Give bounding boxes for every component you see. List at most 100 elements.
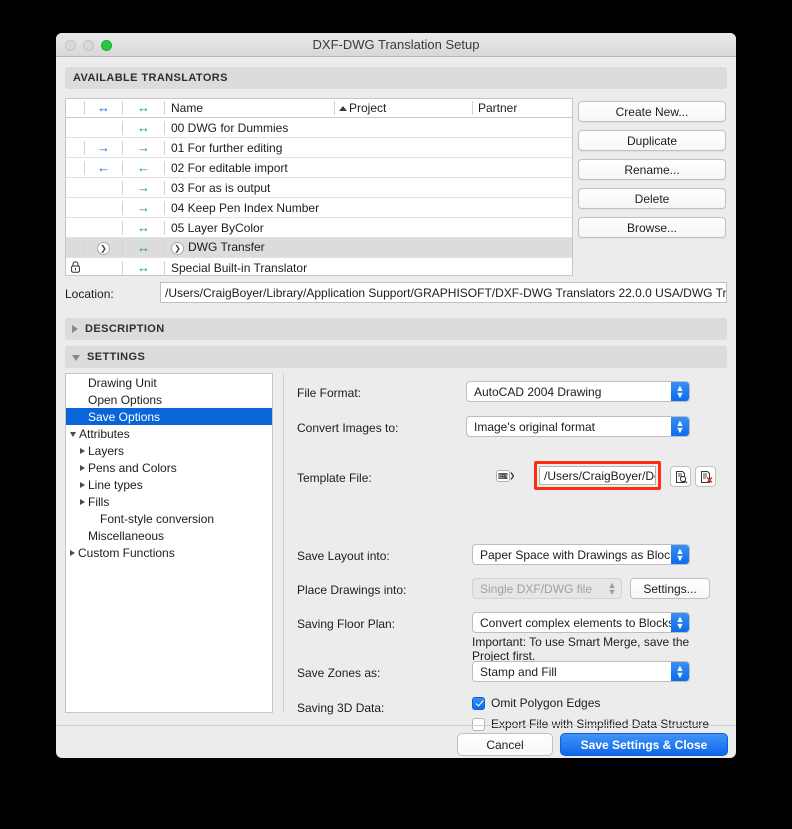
create-new-button[interactable]: Create New... xyxy=(578,101,726,122)
expand-chevron-icon[interactable]: ❯ xyxy=(171,241,184,255)
chevron-right-icon[interactable] xyxy=(80,481,85,488)
document-remove-icon[interactable] xyxy=(695,466,716,487)
column-header-project-label: Project xyxy=(349,101,387,115)
file-format-select[interactable]: AutoCAD 2004 Drawing ▲ ▼ xyxy=(466,381,690,402)
dxf-dwg-translation-setup-window: DXF-DWG Translation Setup AVAILABLE TRAN… xyxy=(56,33,736,758)
convert-images-label: Convert Images to: xyxy=(297,421,399,435)
export-simplified-checkbox-row[interactable]: Export File with Simplified Data Structu… xyxy=(472,717,709,731)
save-settings-close-button[interactable]: Save Settings & Close xyxy=(560,733,728,756)
chevron-updown-icon[interactable]: ▲ ▼ xyxy=(671,382,689,401)
table-cell-name[interactable]: 02 For editable import xyxy=(164,160,334,175)
chevron-updown-icon[interactable]: ▲ ▼ xyxy=(671,662,689,681)
column-header-direction-translator[interactable]: ↔ xyxy=(122,101,164,115)
duplicate-button[interactable]: Duplicate xyxy=(578,130,726,151)
tree-item-label: Custom Functions xyxy=(78,545,175,560)
chevron-right-icon[interactable] xyxy=(80,464,85,471)
table-cell-name[interactable]: 00 DWG for Dummies xyxy=(164,120,334,135)
browse-button-label: Browse... xyxy=(626,220,677,235)
lock-icon xyxy=(66,260,84,275)
expand-chevron-icon[interactable]: ❯ xyxy=(97,241,110,255)
tree-item-drawing-unit[interactable]: Drawing Unit xyxy=(66,374,272,391)
browse-button[interactable]: Browse... xyxy=(578,217,726,238)
omit-polygon-edges-checkbox[interactable] xyxy=(472,696,485,710)
table-row[interactable]: ↔ 00 DWG for Dummies xyxy=(66,118,572,138)
table-cell-direction-translator[interactable]: ← xyxy=(122,160,164,175)
omit-polygon-edges-label: Omit Polygon Edges xyxy=(491,696,601,710)
save-zones-value: Stamp and Fill xyxy=(480,664,557,679)
rename-button[interactable]: Rename... xyxy=(578,159,726,180)
settings-tree[interactable]: Drawing Unit Open Options Save Options Attr… xyxy=(65,373,273,713)
tree-item-label: Miscellaneous xyxy=(88,528,165,543)
column-header-direction-project[interactable]: ↔ xyxy=(84,101,122,115)
table-cell-name[interactable]: 04 Keep Pen Index Number xyxy=(164,200,334,215)
table-cell-name[interactable]: 03 For as is output xyxy=(164,180,334,195)
section-header-description[interactable]: DESCRIPTION xyxy=(65,318,727,340)
chevron-updown-icon[interactable]: ▲ ▼ xyxy=(671,417,689,436)
save-layout-label: Save Layout into: xyxy=(297,549,390,563)
table-cell-name-label: 03 For as is output xyxy=(171,180,271,195)
location-field[interactable]: /Users/CraigBoyer/Library/Application Su… xyxy=(160,282,727,303)
tree-item-layers[interactable]: Layers xyxy=(66,442,272,459)
table-cell-name-label: 00 DWG for Dummies xyxy=(171,120,289,135)
save-layout-select[interactable]: Paper Space with Drawings as Blocks ▲ ▼ xyxy=(472,544,690,565)
tree-item-pens-and-colors[interactable]: Pens and Colors xyxy=(66,459,272,476)
table-cell-direction-translator[interactable]: ↔ xyxy=(122,240,164,255)
saving-floor-plan-select[interactable]: Convert complex elements to Blocks ▲ ▼ xyxy=(472,612,690,633)
table-cell-direction-translator[interactable]: ↔ xyxy=(122,120,164,135)
chevron-right-icon[interactable] xyxy=(70,549,75,556)
table-cell-direction-translator[interactable]: ↔ xyxy=(122,220,164,235)
tree-item-custom-functions[interactable]: Custom Functions xyxy=(66,544,272,561)
table-cell-name[interactable]: 05 Layer ByColor xyxy=(164,220,334,235)
chevron-updown-icon[interactable]: ▲ ▼ xyxy=(671,545,689,564)
tree-item-label: Open Options xyxy=(88,392,163,407)
place-drawings-settings-button[interactable]: Settings... xyxy=(630,578,710,599)
export-simplified-checkbox[interactable] xyxy=(472,717,485,731)
section-header-settings[interactable]: SETTINGS xyxy=(65,346,727,368)
table-row[interactable]: ↔ Special Built-in Translator xyxy=(66,258,572,275)
table-header-row: ↔ ↔ Name Project Partner xyxy=(66,99,572,118)
table-cell-direction-project[interactable]: ← xyxy=(84,160,122,175)
chevron-updown-icon[interactable]: ▲ ▼ xyxy=(671,613,689,632)
document-search-icon[interactable] xyxy=(670,466,691,487)
chevron-right-icon[interactable] xyxy=(80,498,85,505)
delete-button[interactable]: Delete xyxy=(578,188,726,209)
folder-chevron-icon[interactable]: C:\ xyxy=(496,468,528,484)
chevron-right-icon[interactable] xyxy=(80,447,85,454)
tree-item-fills[interactable]: Fills xyxy=(66,493,272,510)
translators-table[interactable]: ↔ ↔ Name Project Partner ↔ 00 DWG for Dum… xyxy=(65,98,573,276)
table-cell-name[interactable]: 01 For further editing xyxy=(164,140,334,155)
table-cell-direction-translator[interactable]: → xyxy=(122,140,164,155)
table-cell-name[interactable]: Special Built-in Translator xyxy=(164,260,334,275)
tree-item-line-types[interactable]: Line types xyxy=(66,476,272,493)
tree-item-font-style-conversion[interactable]: Font-style conversion xyxy=(66,510,272,527)
cancel-button[interactable]: Cancel xyxy=(457,733,553,756)
column-header-partner[interactable]: Partner xyxy=(472,101,572,115)
table-row[interactable]: → → 01 For further editing xyxy=(66,138,572,158)
column-header-project[interactable]: Project xyxy=(334,101,472,115)
tree-item-attributes[interactable]: Attributes xyxy=(66,425,272,442)
table-row[interactable]: ↔ 05 Layer ByColor xyxy=(66,218,572,238)
column-header-name[interactable]: Name xyxy=(164,101,334,115)
omit-polygon-edges-checkbox-row[interactable]: Omit Polygon Edges xyxy=(472,696,600,710)
direction-arrow-icon: → xyxy=(137,199,150,215)
table-row[interactable]: ❯ ↔ ❯ DWG Transfer xyxy=(66,238,572,258)
table-row[interactable]: → 04 Keep Pen Index Number xyxy=(66,198,572,218)
table-cell-direction-project[interactable]: ❯ xyxy=(84,240,122,255)
table-cell-direction-translator[interactable]: ↔ xyxy=(122,260,164,275)
table-cell-direction-translator[interactable]: → xyxy=(122,199,164,215)
table-cell-direction-translator[interactable]: → xyxy=(122,179,164,195)
tree-item-save-options[interactable]: Save Options xyxy=(66,408,272,425)
table-row[interactable]: ← ← 02 For editable import xyxy=(66,158,572,178)
chevron-down-icon[interactable] xyxy=(70,432,76,437)
save-zones-select[interactable]: Stamp and Fill ▲ ▼ xyxy=(472,661,690,682)
table-cell-direction-project[interactable]: → xyxy=(84,140,122,155)
table-cell-name[interactable]: ❯ DWG Transfer xyxy=(164,240,334,255)
table-row[interactable]: → 03 For as is output xyxy=(66,178,572,198)
convert-images-select[interactable]: Image's original format ▲ ▼ xyxy=(466,416,690,437)
window-titlebar: DXF-DWG Translation Setup xyxy=(56,33,736,57)
tree-item-miscellaneous[interactable]: Miscellaneous xyxy=(66,527,272,544)
section-header-available-translators[interactable]: AVAILABLE TRANSLATORS xyxy=(65,67,727,89)
direction-arrow-icon: → xyxy=(137,179,150,195)
tree-item-open-options[interactable]: Open Options xyxy=(66,391,272,408)
template-file-input[interactable]: /Users/CraigBoyer/Desktop/DWG xyxy=(539,466,656,485)
